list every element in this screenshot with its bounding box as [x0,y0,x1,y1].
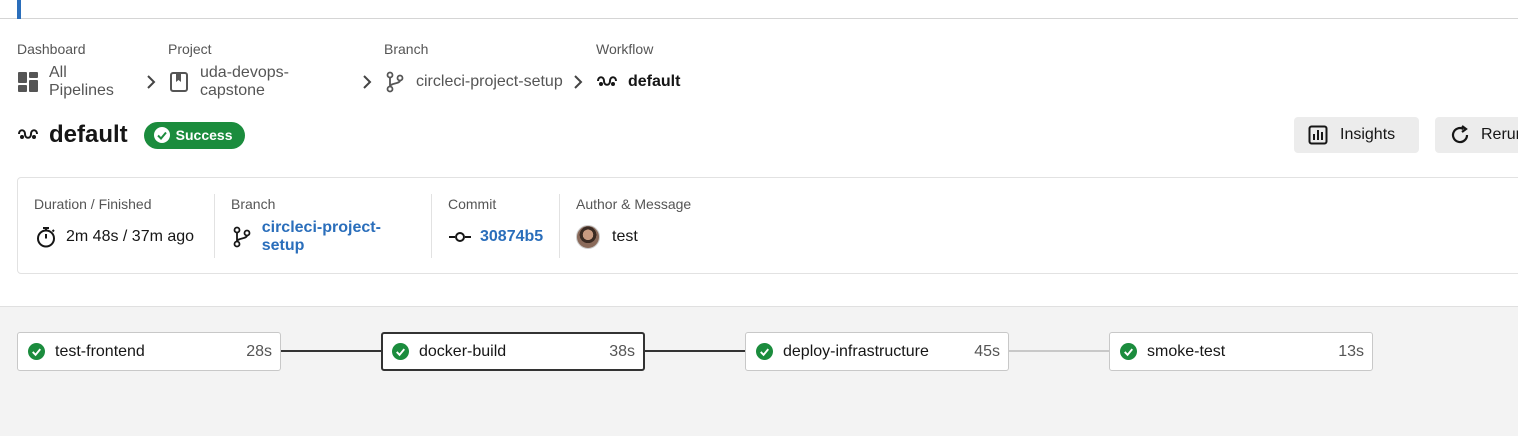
bar-chart-icon [1308,124,1330,146]
duration-caption: Duration / Finished [34,196,152,212]
dashboard-icon [17,71,39,93]
breadcrumb-item-project[interactable]: uda-devops-capstone [168,64,384,99]
job-duration: 13s [1338,342,1364,360]
breadcrumb: Dashboard All Pipelines Project uda-devo… [17,40,680,99]
rerun-label: Rerun [1481,126,1518,143]
graph-edge [645,350,746,352]
branch-icon [231,225,254,249]
commit-message: test [612,228,638,245]
workflow-icon [596,71,618,93]
breadcrumb-caption: Workflow [596,41,654,57]
check-circle-icon [153,126,171,144]
job-card-deploy-infrastructure[interactable]: deploy-infrastructure 45s [745,332,1009,371]
author-caption: Author & Message [576,196,692,212]
breadcrumb-workflow: Workflow default [596,40,680,94]
top-accent-bar [17,0,21,19]
avatar[interactable] [576,225,600,249]
chevron-right-icon [573,75,583,89]
branch-icon [384,71,406,93]
insights-button[interactable]: Insights [1294,117,1419,153]
commit-icon [448,225,472,249]
job-duration: 45s [974,342,1000,360]
graph-edge [1009,350,1110,352]
job-name: test-frontend [55,342,145,360]
breadcrumb-project: Project uda-devops-capstone [168,40,384,99]
breadcrumb-item-all-pipelines[interactable]: All Pipelines [17,64,168,99]
job-name: smoke-test [1147,342,1226,360]
breadcrumb-item-workflow[interactable]: default [596,70,680,94]
commit-value: 30874b5 [480,228,544,245]
duration-value-row: 2m 48s / 37m ago [34,224,198,250]
breadcrumb-caption: Project [168,41,212,57]
top-strip [0,0,1518,19]
breadcrumb-label: uda-devops-capstone [200,64,289,99]
job-card-smoke-test[interactable]: smoke-test 13s [1109,332,1373,371]
project-bookmark-icon [168,71,190,93]
workflow-icon [17,124,39,146]
success-check-icon [28,343,45,360]
job-card-docker-build[interactable]: docker-build 38s [381,332,645,371]
breadcrumb-branch: Branch circleci-project-setup [384,40,596,94]
branch-caption: Branch [231,196,276,212]
success-check-icon [392,343,409,360]
workflow-graph: test-frontend 28s docker-build 38s deplo… [0,306,1518,436]
stopwatch-icon [34,225,58,249]
workflow-summary-panel: Duration / Finished 2m 48s / 37m ago Bra… [17,177,1518,274]
breadcrumb-label: circleci-project-setup [416,73,563,90]
breadcrumb-label: default [628,73,681,90]
job-card-test-frontend[interactable]: test-frontend 28s [17,332,281,371]
author-cell: Author & Message test [560,194,760,258]
refresh-icon [1449,124,1471,146]
job-name: deploy-infrastructure [783,342,929,360]
commit-cell: Commit 30874b5 [432,194,560,258]
branch-link[interactable]: circleci-project-setup [231,219,415,254]
chevron-right-icon [146,75,156,89]
graph-edge [281,350,382,352]
workflow-header: default Success [17,120,245,150]
breadcrumb-label: All Pipelines [49,64,114,99]
chevron-right-icon [362,75,372,89]
commit-caption: Commit [448,196,497,212]
job-duration: 28s [246,342,272,360]
status-badge: Success [143,121,245,149]
branch-value: circleci-project-setup [261,219,381,254]
insights-label: Insights [1340,126,1396,143]
rerun-button[interactable]: Rerun [1435,117,1518,153]
author-value-row: test [576,224,744,250]
job-name: docker-build [419,342,507,360]
branch-cell: Branch circleci-project-setup [215,194,432,258]
job-duration: 38s [609,342,635,360]
success-check-icon [1120,343,1137,360]
success-check-icon [756,343,773,360]
duration-value: 2m 48s / 37m ago [66,228,195,245]
duration-cell: Duration / Finished 2m 48s / 37m ago [18,194,215,258]
breadcrumb-item-branch[interactable]: circleci-project-setup [384,70,596,94]
breadcrumb-caption: Branch [384,41,429,57]
commit-link[interactable]: 30874b5 [448,224,543,250]
breadcrumb-caption: Dashboard [17,41,86,57]
status-label: Success [175,127,233,143]
page-title: default [49,121,128,148]
breadcrumb-dashboard: Dashboard All Pipelines [17,40,168,99]
